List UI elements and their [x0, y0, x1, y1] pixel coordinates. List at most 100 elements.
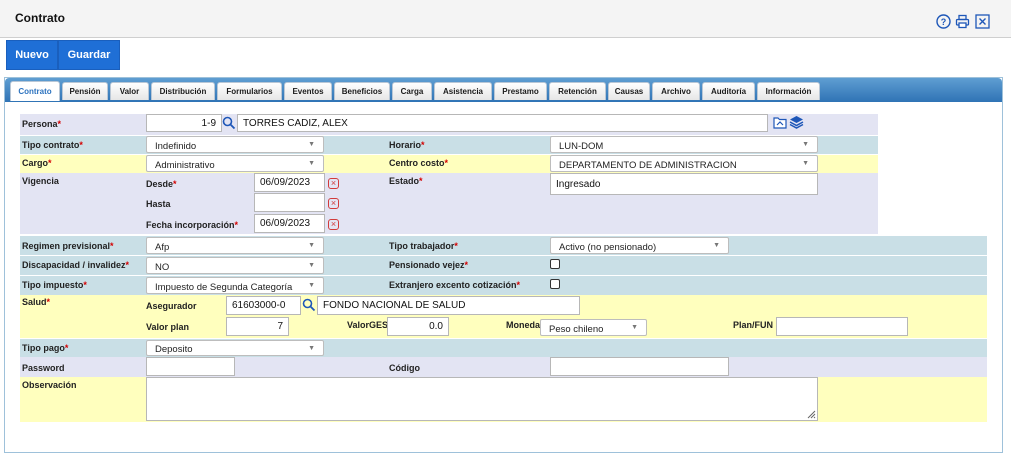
- tipo-contrato-value: Indefinido: [155, 141, 197, 152]
- discapacidad-label: Discapacidad / invalidez*: [22, 260, 130, 270]
- tab-pension[interactable]: Pensión: [62, 82, 108, 100]
- observacion-label: Observación: [22, 380, 77, 390]
- print-icon[interactable]: [955, 14, 970, 29]
- tipo-impuesto-select[interactable]: Impuesto de Segunda Categoría ▼: [146, 277, 324, 294]
- chevron-down-icon: ▼: [802, 160, 809, 167]
- discapacidad-select[interactable]: NO ▼: [146, 257, 324, 274]
- tab-beneficios[interactable]: Beneficios: [334, 82, 390, 100]
- tipo-trabajador-value: Activo (no pensionado): [559, 242, 657, 253]
- hasta-date-input[interactable]: [254, 193, 325, 212]
- desde-date-input[interactable]: 06/09/2023: [254, 173, 325, 192]
- tab-retencion[interactable]: Retención: [549, 82, 606, 100]
- extranjero-checkbox[interactable]: [550, 279, 560, 289]
- chevron-down-icon: ▼: [713, 242, 720, 249]
- cargo-label: Cargo*: [22, 158, 52, 168]
- persona-rut-input[interactable]: 1-9: [146, 114, 222, 132]
- asegurador-search-icon[interactable]: [302, 298, 316, 315]
- tab-causas[interactable]: Causas: [608, 82, 650, 100]
- chevron-down-icon: ▼: [308, 160, 315, 167]
- tipo-contrato-label: Tipo contrato*: [22, 140, 83, 150]
- desde-label: Desde*: [146, 179, 177, 189]
- tipo-impuesto-value: Impuesto de Segunda Categoría: [155, 282, 293, 293]
- open-folder-icon[interactable]: [773, 116, 787, 132]
- regimen-value: Afp: [155, 242, 170, 253]
- horario-select[interactable]: LUN-DOM ▼: [550, 136, 818, 153]
- moneda-label: Moneda: [506, 320, 541, 330]
- svg-text:?: ?: [941, 17, 947, 27]
- cargo-value: Administrativo: [155, 160, 215, 171]
- resize-handle-icon[interactable]: [806, 409, 816, 422]
- discapacidad-value: NO: [155, 262, 170, 273]
- centro-costo-label: Centro costo*: [389, 158, 449, 168]
- tab-formularios[interactable]: Formularios: [217, 82, 282, 100]
- asegurador-label: Asegurador: [146, 301, 197, 311]
- tab-informacion[interactable]: Información: [757, 82, 820, 100]
- tipo-trabajador-label: Tipo trabajador*: [389, 241, 458, 251]
- chevron-down-icon: ▼: [308, 141, 315, 148]
- help-icon[interactable]: ?: [936, 14, 951, 29]
- tipo-contrato-select[interactable]: Indefinido ▼: [146, 136, 324, 153]
- tipo-pago-select[interactable]: Deposito ▼: [146, 340, 324, 356]
- vigencia-label: Vigencia: [22, 176, 59, 186]
- chevron-down-icon: ▼: [308, 242, 315, 249]
- centro-costo-select[interactable]: DEPARTAMENTO DE ADMINISTRACION ▼: [550, 155, 818, 172]
- pensionado-vejez-checkbox[interactable]: [550, 259, 560, 269]
- title-bar: [0, 0, 1011, 38]
- layers-icon[interactable]: [789, 115, 804, 132]
- asegurador-name-field[interactable]: FONDO NACIONAL DE SALUD: [317, 296, 580, 315]
- page-title: Contrato: [15, 11, 65, 25]
- tab-prestamo[interactable]: Prestamo: [494, 82, 547, 100]
- tab-asistencia[interactable]: Asistencia: [434, 82, 492, 100]
- tipo-pago-value: Deposito: [155, 344, 193, 355]
- valor-plan-input[interactable]: 7: [226, 317, 289, 336]
- close-icon[interactable]: [975, 14, 990, 29]
- tipo-pago-label: Tipo pago*: [22, 343, 69, 353]
- moneda-value: Peso chileno: [549, 324, 604, 335]
- regimen-select[interactable]: Afp ▼: [146, 237, 324, 254]
- estado-field[interactable]: Ingresado: [550, 173, 818, 195]
- password-input[interactable]: [146, 357, 235, 376]
- chevron-down-icon: ▼: [802, 141, 809, 148]
- asegurador-code-input[interactable]: 61603000-0: [226, 296, 301, 315]
- centro-costo-value: DEPARTAMENTO DE ADMINISTRACION: [559, 160, 737, 171]
- horario-label: Horario*: [389, 140, 425, 150]
- observacion-textarea[interactable]: [146, 377, 818, 421]
- tab-auditoria[interactable]: Auditoría: [702, 82, 755, 100]
- extranjero-label: Extranjero excento cotización*: [389, 280, 521, 290]
- regimen-label: Regimen previsional*: [22, 241, 114, 251]
- tab-carga[interactable]: Carga: [392, 82, 432, 100]
- chevron-down-icon: ▼: [308, 345, 315, 352]
- salud-label: Salud*: [22, 297, 51, 307]
- tipo-impuesto-label: Tipo impuesto*: [22, 280, 87, 290]
- horario-value: LUN-DOM: [559, 141, 604, 152]
- tab-archivo[interactable]: Archivo: [652, 82, 700, 100]
- persona-label: Persona*: [22, 119, 62, 129]
- valor-ges-label: ValorGES: [347, 320, 389, 330]
- persona-name-field[interactable]: TORRES CADIZ, ALEX: [237, 114, 768, 132]
- chevron-down-icon: ▼: [308, 262, 315, 269]
- tipo-trabajador-select[interactable]: Activo (no pensionado) ▼: [550, 237, 729, 254]
- tab-valor[interactable]: Valor: [110, 82, 149, 100]
- save-button[interactable]: Guardar: [58, 40, 120, 70]
- persona-search-icon[interactable]: [222, 116, 236, 133]
- tab-contrato[interactable]: Contrato: [10, 81, 60, 101]
- tab-distribucion[interactable]: Distribución: [151, 82, 215, 100]
- valor-plan-label: Valor plan: [146, 322, 190, 332]
- estado-label: Estado*: [389, 176, 423, 186]
- clear-icon[interactable]: ×: [328, 219, 339, 230]
- pensionado-vejez-label: Pensionado vejez*: [389, 260, 469, 270]
- codigo-label: Código: [389, 363, 420, 373]
- hasta-label: Hasta: [146, 199, 171, 209]
- plan-fun-input[interactable]: [776, 317, 908, 336]
- tab-eventos[interactable]: Eventos: [284, 82, 332, 100]
- fecha-incorporacion-input[interactable]: 06/09/2023: [254, 214, 325, 233]
- cargo-select[interactable]: Administrativo ▼: [146, 155, 324, 172]
- valor-ges-input[interactable]: 0.0: [387, 317, 449, 336]
- clear-icon[interactable]: ×: [328, 178, 339, 189]
- chevron-down-icon: ▼: [631, 324, 638, 331]
- moneda-select[interactable]: Peso chileno ▼: [540, 319, 647, 336]
- new-button[interactable]: Nuevo: [6, 40, 58, 70]
- password-label: Password: [22, 363, 65, 373]
- codigo-input[interactable]: [550, 357, 729, 376]
- clear-icon[interactable]: ×: [328, 198, 339, 209]
